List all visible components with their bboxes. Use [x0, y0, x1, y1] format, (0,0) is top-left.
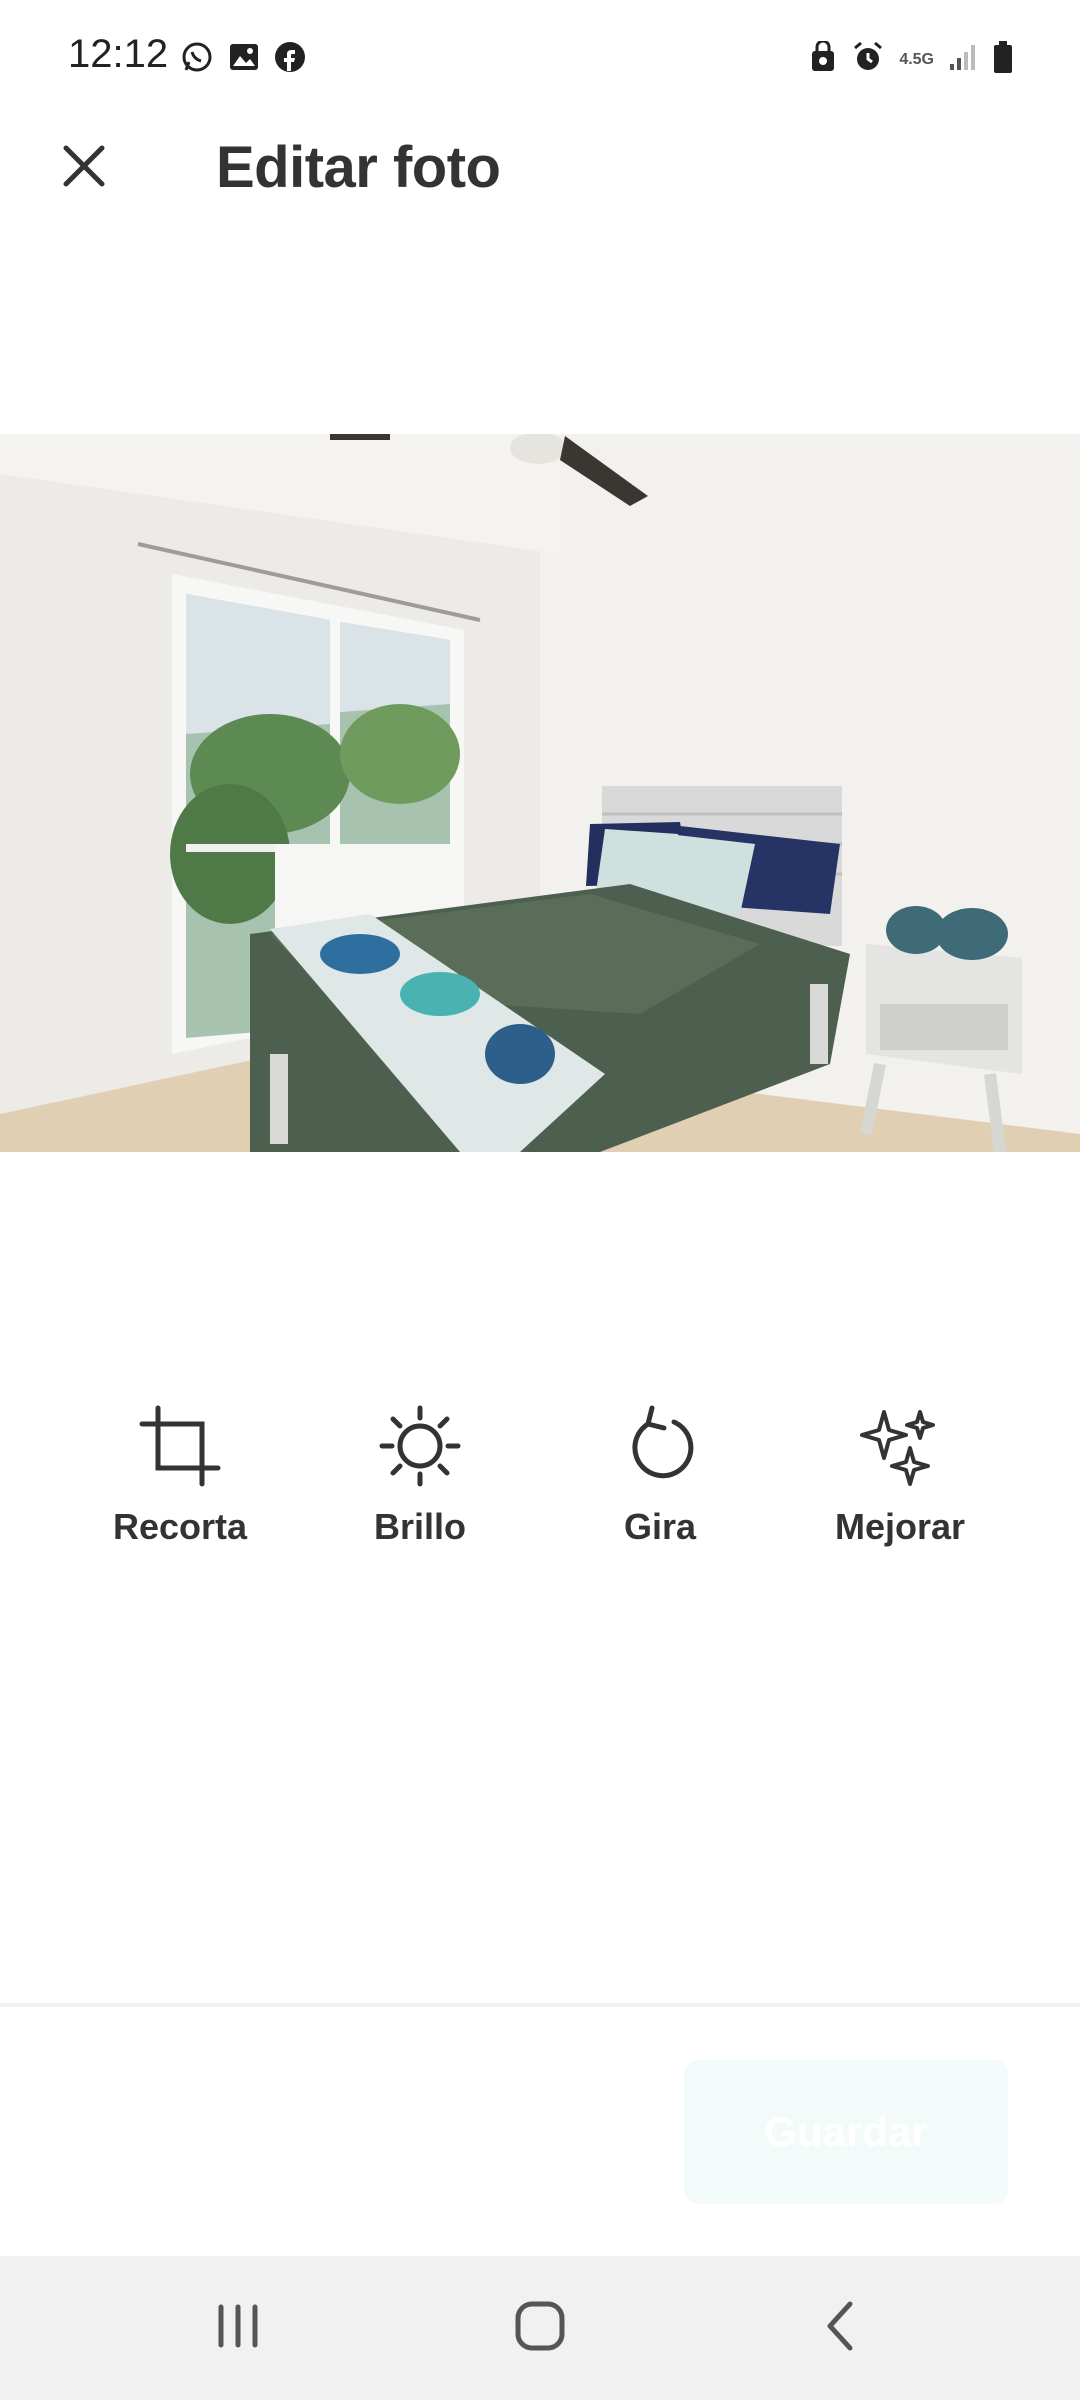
enhance-label: Mejorar [834, 1506, 966, 1547]
recycle-lock-icon [809, 39, 837, 78]
page-title: Editar foto [216, 135, 501, 200]
edit-tools: Recorta Brillo Gira Mejorar [0, 1400, 1080, 1560]
crop-label: Recorta [112, 1506, 248, 1547]
status-left-icons [180, 40, 306, 79]
back-icon [820, 2300, 860, 2357]
network-type-label: 4.5G [899, 50, 934, 68]
close-button[interactable] [50, 134, 118, 202]
rotate-label: Gira [623, 1506, 697, 1547]
brightness-tool[interactable]: Brillo [300, 1400, 540, 1548]
recent-apps-button[interactable] [198, 2288, 278, 2368]
photo-preview [0, 434, 1080, 1152]
rotate-tool[interactable]: Gira [540, 1400, 780, 1548]
save-button[interactable]: Guardar [684, 2060, 1008, 2204]
home-icon [514, 2300, 566, 2357]
header: Editar foto [0, 118, 1080, 218]
home-button[interactable] [500, 2288, 580, 2368]
footer-divider [0, 2003, 1080, 2007]
whatsapp-icon [180, 40, 214, 79]
brightness-icon [374, 1400, 466, 1492]
signal-icon [948, 42, 978, 77]
status-time: 12:12 [68, 32, 169, 76]
sparkles-icon [854, 1400, 946, 1492]
facebook-icon [274, 41, 306, 78]
back-button[interactable] [800, 2288, 880, 2368]
status-right-icons: 4.5G [809, 39, 1014, 79]
battery-icon [992, 40, 1014, 79]
system-nav-bar [0, 2256, 1080, 2400]
recent-apps-icon [213, 2303, 263, 2354]
crop-tool[interactable]: Recorta [60, 1400, 300, 1548]
alarm-icon [851, 40, 885, 79]
crop-icon [134, 1400, 226, 1492]
close-icon [60, 142, 108, 195]
rotate-icon [614, 1400, 706, 1492]
status-bar: 12:12 4.5G [0, 0, 1080, 118]
gallery-icon [228, 41, 260, 78]
brightness-label: Brillo [373, 1506, 466, 1547]
enhance-tool[interactable]: Mejorar [780, 1400, 1020, 1548]
